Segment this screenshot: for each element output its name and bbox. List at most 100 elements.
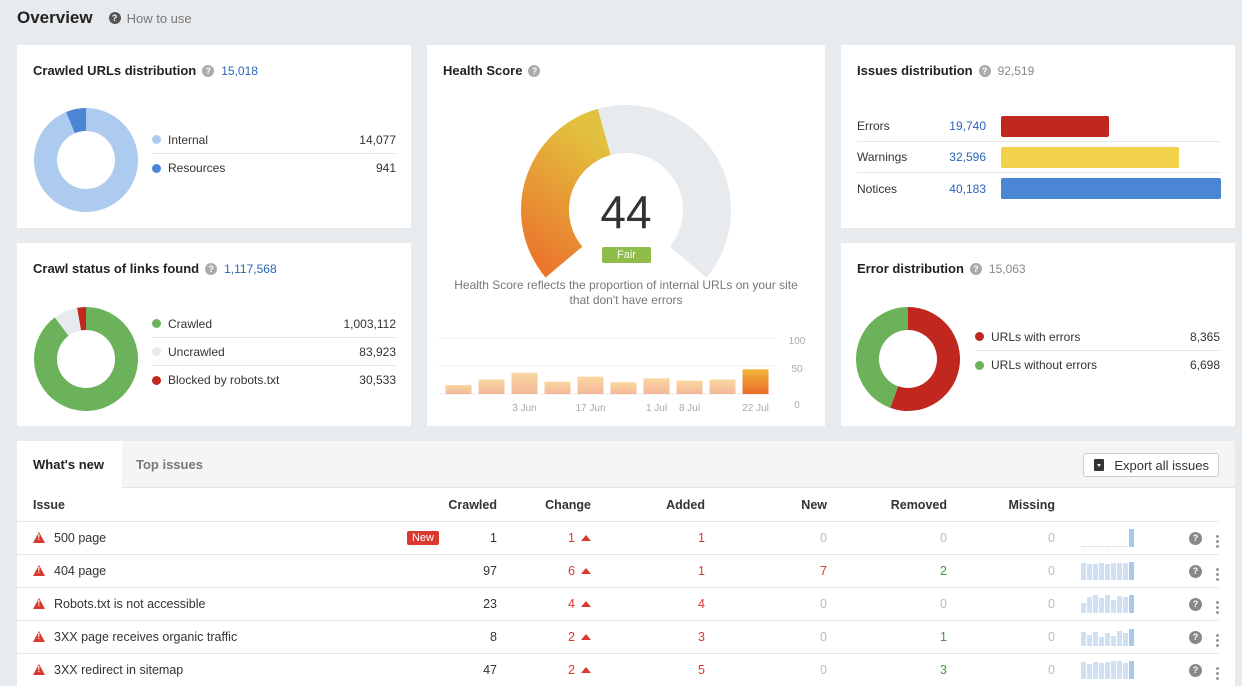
removed-cell[interactable]: 2 (827, 554, 947, 588)
new-cell[interactable]: 0 (717, 587, 827, 621)
help-icon[interactable]: ? (1189, 630, 1202, 644)
history-bar[interactable] (577, 376, 604, 394)
issue-cell[interactable]: 3XX page receives organic traffic (17, 620, 447, 654)
change-cell: 1 (497, 521, 607, 555)
help-icon[interactable]: ? (978, 64, 991, 77)
col-added[interactable]: Added (607, 489, 717, 522)
history-bar[interactable] (445, 385, 472, 394)
issue-type-row[interactable]: Errors 19,740 (857, 111, 1221, 142)
help-icon[interactable]: ? (1189, 663, 1202, 677)
legend-value: 8,365 (1189, 329, 1220, 344)
history-bar[interactable] (544, 381, 571, 394)
export-all-issues-button[interactable]: Export all issues (1083, 453, 1219, 477)
new-cell[interactable]: 7 (717, 554, 827, 588)
added-cell[interactable]: 5 (607, 653, 717, 686)
missing-cell[interactable]: 0 (947, 620, 1057, 654)
legend-item[interactable]: Resources 941 (152, 154, 396, 182)
issue-name[interactable]: 500 page (54, 531, 106, 545)
history-bar[interactable] (742, 369, 769, 394)
table-row[interactable]: 3XX redirect in sitemap4725030? (17, 653, 1219, 686)
issue-type-row[interactable]: Warnings 32,596 (857, 142, 1221, 173)
col-missing[interactable]: Missing (947, 489, 1057, 522)
legend-label: Blocked by robots.txt (168, 373, 280, 387)
missing-cell[interactable]: 0 (947, 653, 1057, 686)
missing-cell[interactable]: 0 (947, 521, 1057, 555)
removed-cell[interactable]: 3 (827, 653, 947, 686)
issue-bar[interactable] (1001, 115, 1110, 137)
more-options-icon[interactable] (1216, 667, 1219, 680)
col-crawled[interactable]: Crawled (447, 489, 497, 522)
missing-cell[interactable]: 0 (947, 587, 1057, 621)
issue-type-count[interactable]: 32,596 (933, 150, 986, 164)
help-icon: ? (108, 12, 121, 24)
help-icon[interactable]: ? (1189, 564, 1202, 578)
trend-cell (1057, 620, 1157, 654)
added-cell[interactable]: 1 (607, 554, 717, 588)
legend-item[interactable]: Blocked by robots.txt 30,533 (152, 366, 396, 394)
new-cell[interactable]: 0 (717, 521, 827, 555)
crawl-status-legend: Crawled 1,003,112 Uncrawled 83,923 Blocked b… (152, 310, 396, 394)
tab-top-issues[interactable]: Top issues (136, 441, 203, 489)
issue-bar[interactable] (1001, 178, 1221, 199)
new-cell[interactable]: 0 (717, 653, 827, 686)
issue-cell[interactable]: 404 page (17, 554, 447, 588)
removed-cell[interactable]: 0 (827, 521, 947, 555)
added-cell[interactable]: 1 (607, 521, 717, 555)
missing-cell[interactable]: 0 (947, 554, 1057, 588)
table-row[interactable]: 3XX page receives organic traffic823010? (17, 620, 1219, 654)
table-row[interactable]: Robots.txt is not accessible2344000? (17, 587, 1219, 621)
history-bar[interactable] (709, 379, 736, 394)
legend-item[interactable]: URLs with errors 8,365 (975, 323, 1220, 351)
legend-item[interactable]: URLs without errors 6,698 (975, 351, 1220, 379)
history-bar[interactable] (610, 382, 637, 394)
help-icon[interactable]: ? (1189, 597, 1202, 611)
help-icon[interactable]: ? (205, 262, 218, 275)
issue-type-count[interactable]: 19,740 (933, 119, 986, 133)
issue-type-count[interactable]: 40,183 (933, 182, 986, 196)
issue-cell[interactable]: 3XX redirect in sitemap (17, 653, 447, 686)
help-icon[interactable]: ? (202, 64, 215, 77)
trend-sparkline (1080, 594, 1134, 613)
history-bar[interactable] (511, 372, 538, 394)
issue-name[interactable]: Robots.txt is not accessible (54, 597, 205, 611)
legend-item[interactable]: Internal 14,077 (152, 126, 396, 154)
added-cell[interactable]: 3 (607, 620, 717, 654)
sparkline-bar (1086, 564, 1092, 580)
col-issue[interactable]: Issue (17, 489, 447, 522)
issue-name[interactable]: 3XX page receives organic traffic (54, 630, 237, 644)
sparkline-bar (1080, 602, 1086, 613)
total-link[interactable]: 1,117,568 (224, 262, 277, 276)
table-row[interactable]: 404 page 97 6 1720? (17, 554, 1219, 588)
legend-item[interactable]: Uncrawled 83,923 (152, 338, 396, 366)
table-row[interactable]: 500 pageNew111000? (17, 521, 1219, 555)
history-bar[interactable] (676, 380, 703, 394)
more-options-icon[interactable] (1216, 535, 1219, 548)
menu-cell (1202, 521, 1219, 555)
legend-item[interactable]: Crawled 1,003,112 (152, 310, 396, 338)
issue-name[interactable]: 404 page (54, 564, 106, 578)
more-options-icon[interactable] (1216, 634, 1219, 647)
col-removed[interactable]: Removed (827, 489, 947, 522)
total-link[interactable]: 15,018 (221, 64, 258, 78)
col-new[interactable]: New (717, 489, 827, 522)
added-cell[interactable]: 4 (607, 587, 717, 621)
issue-type-row[interactable]: Notices 40,183 (857, 173, 1221, 204)
how-to-use-link[interactable]: ? How to use (108, 11, 192, 26)
issue-cell[interactable]: 500 page New (17, 521, 447, 555)
help-icon[interactable]: ? (969, 262, 982, 275)
issue-cell[interactable]: Robots.txt is not accessible (17, 587, 447, 621)
sparkline-bar (1080, 632, 1086, 646)
col-change[interactable]: Change (497, 489, 607, 522)
removed-cell[interactable]: 1 (827, 620, 947, 654)
tab-whats-new[interactable]: What's new (17, 441, 122, 489)
new-cell[interactable]: 0 (717, 620, 827, 654)
issue-name[interactable]: 3XX redirect in sitemap (54, 663, 183, 677)
history-bar[interactable] (478, 379, 505, 394)
more-options-icon[interactable] (1216, 568, 1219, 581)
issue-bar[interactable] (1001, 146, 1180, 168)
history-bar[interactable] (643, 378, 670, 394)
removed-cell[interactable]: 0 (827, 587, 947, 621)
help-icon[interactable]: ? (1189, 531, 1202, 545)
legend-dot (152, 347, 161, 356)
more-options-icon[interactable] (1216, 601, 1219, 614)
